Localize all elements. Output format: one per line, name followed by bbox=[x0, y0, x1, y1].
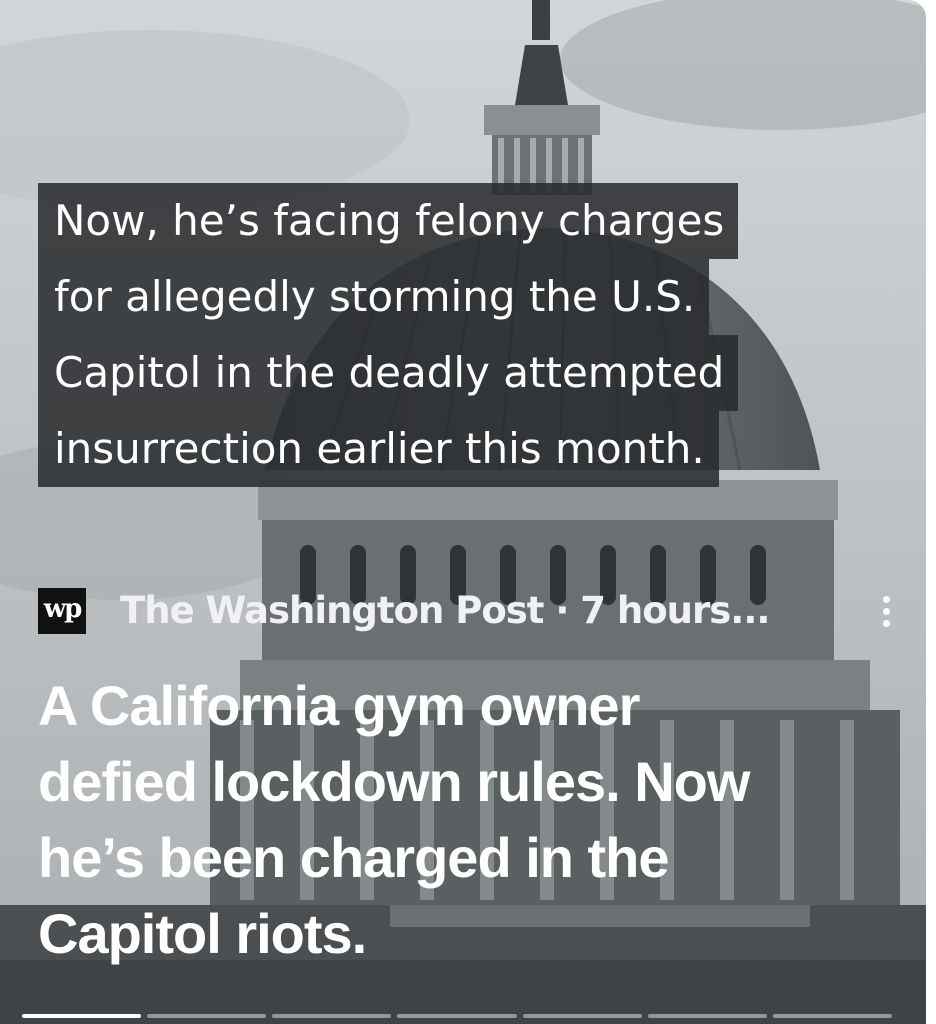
progress-segment bbox=[22, 1014, 142, 1018]
headline-line: Capitol riots. bbox=[38, 902, 367, 965]
headline-line: he’s been charged in the bbox=[38, 826, 670, 889]
washington-post-logo-icon: wp bbox=[38, 588, 86, 634]
story-headline[interactable]: A California gym owner defied lockdown r… bbox=[38, 668, 888, 972]
story-progress-bar bbox=[22, 1014, 892, 1020]
story-caption: Now, he’s facing felony charges for alle… bbox=[38, 183, 828, 487]
progress-segment bbox=[272, 1014, 392, 1018]
caption-line: for allegedly storming the U.S. bbox=[38, 259, 710, 335]
progress-segment bbox=[522, 1014, 642, 1018]
progress-segment bbox=[772, 1014, 892, 1018]
more-vert-icon[interactable] bbox=[874, 590, 898, 634]
caption-line: Now, he’s facing felony charges bbox=[38, 183, 739, 259]
source-row[interactable]: wp The Washington Post · 7 hours... bbox=[38, 586, 898, 636]
progress-segment bbox=[647, 1014, 767, 1018]
headline-line: defied lockdown rules. Now bbox=[38, 750, 750, 813]
story-card[interactable]: Now, he’s facing felony charges for alle… bbox=[0, 0, 926, 1024]
caption-line: insurrection earlier this month. bbox=[38, 411, 719, 487]
caption-line: Capitol in the deadly attempted bbox=[38, 335, 739, 411]
progress-segment bbox=[397, 1014, 517, 1018]
headline-line: A California gym owner bbox=[38, 674, 640, 737]
progress-segment bbox=[147, 1014, 267, 1018]
source-label[interactable]: The Washington Post · 7 hours... bbox=[120, 586, 770, 636]
